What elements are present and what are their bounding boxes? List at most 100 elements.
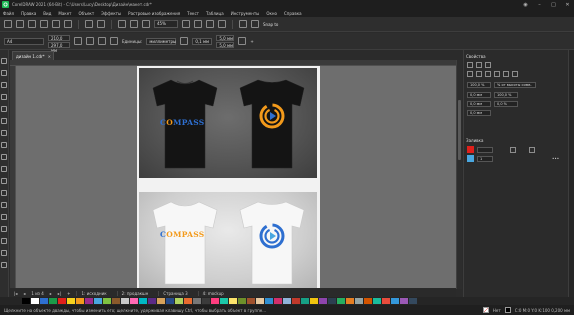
palette-swatch[interactable]	[229, 298, 238, 304]
justify-icon[interactable]	[494, 71, 500, 77]
redo-icon[interactable]	[97, 20, 105, 28]
snap-to-dropdown[interactable]: Snap to	[263, 22, 278, 27]
connector-tool-icon[interactable]	[1, 190, 7, 196]
menu-help[interactable]: Справка	[284, 11, 302, 16]
ellipse-tool-icon[interactable]	[1, 142, 7, 148]
app-launcher-icon[interactable]	[251, 20, 259, 28]
prev-page-icon[interactable]: ◂	[23, 291, 25, 296]
menu-file[interactable]: Файл	[3, 11, 14, 16]
white-tshirt-mockup[interactable]: COMPASS	[139, 192, 317, 288]
page-height-field[interactable]: 297,0 мм	[48, 41, 70, 53]
fill-color-dropdown[interactable]	[477, 146, 493, 153]
palette-swatch[interactable]	[328, 298, 337, 304]
palette-swatch[interactable]	[409, 298, 418, 304]
duplicate-x-field[interactable]: 5,0 мм	[216, 34, 235, 41]
menu-bitmaps[interactable]: Растровые изображения	[128, 11, 180, 16]
portrait-icon[interactable]	[74, 37, 82, 45]
palette-swatch[interactable]	[274, 298, 283, 304]
zoom-level-dropdown[interactable]: 45%	[154, 20, 178, 28]
fill-color-swatch[interactable]	[467, 146, 474, 153]
align-right-icon[interactable]	[485, 71, 491, 77]
char-spacing-field[interactable]: 100,0 %	[494, 92, 518, 98]
menu-window[interactable]: Окно	[266, 11, 277, 16]
menu-effects[interactable]: Эффекты	[101, 11, 121, 16]
close-icon[interactable]: ✕	[564, 1, 571, 8]
palette-swatch[interactable]	[346, 298, 355, 304]
new-document-icon[interactable]	[4, 20, 12, 28]
add-tool-icon[interactable]	[1, 262, 7, 268]
maximize-icon[interactable]: □	[550, 1, 557, 8]
palette-swatch[interactable]	[49, 298, 58, 304]
nudge-distance-field[interactable]: 0,1 мм	[192, 37, 213, 45]
palette-swatch[interactable]	[247, 298, 256, 304]
menu-edit[interactable]: Правка	[21, 11, 36, 16]
text-color-icon[interactable]	[510, 146, 516, 153]
save-icon[interactable]	[28, 20, 36, 28]
docker-tabs-strip[interactable]	[568, 50, 574, 297]
crop-tool-icon[interactable]	[1, 82, 7, 88]
palette-swatch[interactable]	[292, 298, 301, 304]
indent-first-field[interactable]: 0,0 мм	[467, 92, 491, 98]
word-spacing-field[interactable]: 0,0 %	[494, 101, 518, 107]
open-folder-icon[interactable]	[16, 20, 24, 28]
palette-swatch[interactable]	[283, 298, 292, 304]
black-tshirt-mockup[interactable]: COMPASS	[139, 68, 317, 178]
palette-swatch[interactable]	[193, 298, 202, 304]
smart-fill-icon[interactable]	[1, 250, 7, 256]
palette-swatch[interactable]	[400, 298, 409, 304]
palette-swatch[interactable]	[103, 298, 112, 304]
line-spacing-field[interactable]: 100,0 %	[467, 82, 491, 88]
freehand-tool-icon[interactable]	[1, 106, 7, 112]
palette-swatch[interactable]	[373, 298, 382, 304]
grid-icon[interactable]	[206, 20, 214, 28]
rulers-icon[interactable]	[194, 20, 202, 28]
paragraph-icon[interactable]	[476, 62, 482, 68]
palette-swatch[interactable]	[238, 298, 247, 304]
page-tab-1[interactable]: 1: исходник	[76, 290, 110, 296]
menu-view[interactable]: Вид	[43, 11, 51, 16]
no-align-icon[interactable]	[512, 71, 518, 77]
palette-swatch[interactable]	[85, 298, 94, 304]
palette-swatch[interactable]	[166, 298, 175, 304]
indent-left-field[interactable]: 0,0 мм	[467, 101, 491, 107]
duplicate-y-field[interactable]: 5,0 мм	[216, 41, 235, 48]
rectangle-tool-icon[interactable]	[1, 130, 7, 136]
page-size-dropdown[interactable]: A4	[4, 37, 44, 45]
last-page-icon[interactable]: ▸|	[58, 291, 61, 296]
cloud-icon[interactable]	[40, 20, 48, 28]
drawing-canvas[interactable]: COMPASS COMPASS	[16, 66, 456, 288]
palette-swatch[interactable]	[76, 298, 85, 304]
first-page-icon[interactable]: |◂	[14, 291, 17, 296]
full-screen-icon[interactable]	[182, 20, 190, 28]
palette-swatch[interactable]	[130, 298, 139, 304]
frame-icon[interactable]	[485, 62, 491, 68]
page-tab-3[interactable]: Страница 3	[158, 290, 191, 296]
palette-swatch[interactable]	[382, 298, 391, 304]
pdf-icon[interactable]	[142, 20, 150, 28]
palette-swatch[interactable]	[175, 298, 184, 304]
landscape-icon[interactable]	[86, 37, 94, 45]
polygon-tool-icon[interactable]	[1, 154, 7, 160]
palette-swatch[interactable]	[184, 298, 193, 304]
palette-swatch[interactable]	[112, 298, 121, 304]
palette-swatch[interactable]	[301, 298, 310, 304]
menu-object[interactable]: Объект	[79, 11, 95, 16]
guidelines-icon[interactable]	[218, 20, 226, 28]
menu-table[interactable]: Таблица	[206, 11, 224, 16]
fill-indicator-icon[interactable]	[482, 307, 489, 313]
character-icon[interactable]	[467, 62, 473, 68]
parallel-dimension-icon[interactable]	[1, 178, 7, 184]
palette-swatch[interactable]	[148, 298, 157, 304]
palette-swatch[interactable]	[58, 298, 67, 304]
palette-swatch[interactable]	[265, 298, 274, 304]
units-dropdown[interactable]: миллиметры	[146, 37, 177, 45]
align-center-icon[interactable]	[476, 71, 482, 77]
palette-swatch[interactable]	[202, 298, 211, 304]
current-page-icon[interactable]	[110, 37, 118, 45]
options-gear-icon[interactable]	[239, 20, 247, 28]
add-page-icon[interactable]: +	[67, 291, 70, 296]
outline-color-swatch[interactable]	[467, 155, 474, 162]
next-page-icon[interactable]: ▸	[50, 291, 52, 296]
palette-swatch[interactable]	[121, 298, 130, 304]
palette-swatch[interactable]	[391, 298, 400, 304]
